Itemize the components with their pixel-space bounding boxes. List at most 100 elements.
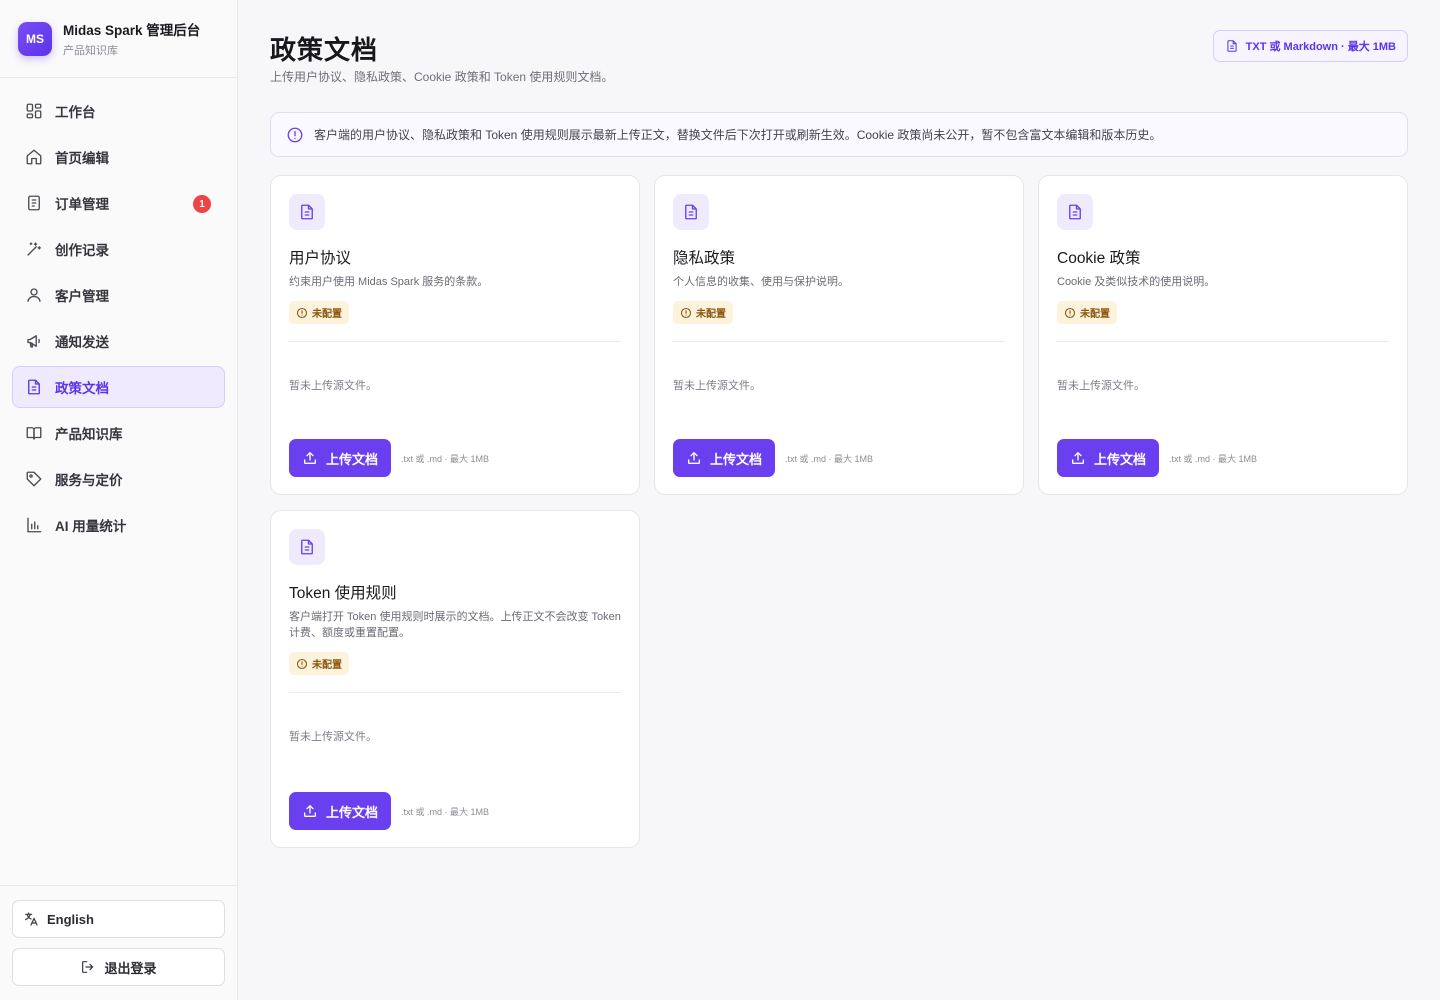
- status-badge: 未配置: [673, 301, 733, 324]
- status-label: 未配置: [312, 660, 342, 671]
- card-divider: [1057, 341, 1389, 342]
- sidebar-item-knowledge-base[interactable]: 产品知识库: [12, 412, 225, 454]
- sidebar-item-label: 通知发送: [55, 335, 109, 350]
- card-description: Cookie 及类似技术的使用说明。: [1057, 276, 1216, 288]
- sidebar-item-pricing[interactable]: 服务与定价: [12, 458, 225, 500]
- sidebar-item-creations[interactable]: 创作记录: [12, 228, 225, 270]
- upload-icon: [687, 452, 700, 464]
- sidebar-item-label: 服务与定价: [55, 473, 123, 488]
- brand-title: Midas Spark 管理后台: [63, 23, 201, 38]
- sidebar-item-label: 创作记录: [55, 243, 109, 258]
- format-info-chip: TXT 或 Markdown · 最大 1MB: [1212, 30, 1408, 62]
- file-format-hint: .txt 或 .md · 最大 1MB: [401, 806, 490, 817]
- order-count-badge: 1: [193, 195, 211, 213]
- policy-card-user-agreement: 用户协议 约束用户使用 Midas Spark 服务的条款。 未配置 暂未上传源…: [270, 175, 640, 495]
- card-title: Cookie 政策: [1057, 250, 1141, 267]
- sidebar-item-label: 订单管理: [55, 197, 109, 212]
- card-doc-icon: [673, 194, 709, 230]
- logout-icon: [82, 961, 94, 973]
- document-icon: [301, 204, 313, 220]
- upload-document-button[interactable]: 上传文档: [289, 439, 391, 477]
- home-icon: [26, 149, 42, 165]
- card-divider: [673, 341, 1005, 342]
- file-format-hint: .txt 或 .md · 最大 1MB: [785, 453, 874, 464]
- bar-chart-icon: [27, 517, 42, 533]
- upload-document-button[interactable]: 上传文档: [289, 792, 391, 830]
- translate-icon: [25, 912, 38, 926]
- document-icon: [301, 539, 313, 555]
- upload-button-label: 上传文档: [325, 804, 378, 820]
- logout-button[interactable]: 退出登录: [12, 948, 225, 986]
- brand-subtitle: 产品知识库: [63, 45, 118, 57]
- sidebar-nav: 工作台 首页编辑 订单管理 1 创作记录 客户管理 通知发送 政策文档 产品知识…: [0, 78, 237, 546]
- empty-state-text: 暂未上传源文件。: [1057, 380, 1145, 392]
- format-chip-label: TXT 或 Markdown · 最大 1MB: [1245, 41, 1396, 53]
- card-title: Token 使用规则: [289, 585, 397, 602]
- upload-icon: [1071, 452, 1084, 464]
- card-title: 隐私政策: [673, 250, 736, 267]
- page-title: 政策文档: [270, 35, 379, 65]
- card-doc-icon: [1057, 194, 1093, 230]
- upload-document-button[interactable]: 上传文档: [1057, 439, 1159, 477]
- language-label: English: [47, 911, 94, 927]
- language-switch-button[interactable]: English: [12, 900, 225, 938]
- card-divider: [289, 692, 621, 693]
- card-description: 约束用户使用 Midas Spark 服务的条款。: [289, 276, 489, 288]
- info-icon: [287, 127, 303, 142]
- upload-button-label: 上传文档: [325, 451, 378, 467]
- warning-circle-icon: [680, 307, 692, 318]
- warning-circle-icon: [296, 658, 308, 669]
- card-doc-icon: [289, 529, 325, 565]
- policy-card-cookie-policy: Cookie 政策 Cookie 及类似技术的使用说明。 未配置 暂未上传源文件…: [1038, 175, 1408, 495]
- book-icon: [26, 427, 42, 440]
- brand-logo: MS: [18, 21, 52, 56]
- upload-button-label: 上传文档: [709, 451, 762, 467]
- sidebar-item-notifications[interactable]: 通知发送: [12, 320, 225, 362]
- file-format-hint: .txt 或 .md · 最大 1MB: [401, 453, 490, 464]
- sidebar-item-label: AI 用量统计: [55, 519, 127, 534]
- document-icon: [1069, 204, 1081, 220]
- logout-label: 退出登录: [104, 960, 157, 976]
- sidebar-item-orders[interactable]: 订单管理 1: [12, 182, 225, 224]
- empty-state-text: 暂未上传源文件。: [289, 731, 377, 743]
- empty-state-text: 暂未上传源文件。: [673, 380, 761, 392]
- sidebar-item-label: 工作台: [55, 105, 96, 120]
- upload-document-button[interactable]: 上传文档: [673, 439, 775, 477]
- card-doc-icon: [289, 194, 325, 230]
- sidebar-item-label: 首页编辑: [55, 151, 109, 166]
- upload-icon: [303, 805, 316, 817]
- status-label: 未配置: [312, 309, 342, 320]
- card-divider: [289, 341, 621, 342]
- magic-wand-icon: [27, 242, 42, 256]
- sidebar-item-dashboard[interactable]: 工作台: [12, 90, 225, 132]
- policy-card-token-rules: Token 使用规则 客户端打开 Token 使用规则时展示的文档。上传正文不会…: [270, 510, 640, 848]
- status-badge: 未配置: [289, 652, 349, 675]
- page-subtitle: 上传用户协议、隐私政策、Cookie 政策和 Token 使用规则文档。: [270, 70, 614, 84]
- main-content: 政策文档 上传用户协议、隐私政策、Cookie 政策和 Token 使用规则文档…: [270, 0, 1408, 848]
- sidebar-item-label: 产品知识库: [55, 427, 123, 442]
- file-format-hint: .txt 或 .md · 最大 1MB: [1169, 453, 1258, 464]
- document-icon: [1227, 40, 1237, 52]
- status-label: 未配置: [1080, 309, 1110, 320]
- sidebar-item-customers[interactable]: 客户管理: [12, 274, 225, 316]
- document-icon: [28, 379, 40, 395]
- policy-card-privacy-policy: 隐私政策 个人信息的收集、使用与保护说明。 未配置 暂未上传源文件。 上传文档 …: [654, 175, 1024, 495]
- policy-card-grid: 用户协议 约束用户使用 Midas Spark 服务的条款。 未配置 暂未上传源…: [270, 175, 1408, 848]
- sidebar-item-label: 政策文档: [55, 381, 109, 396]
- megaphone-icon: [27, 335, 40, 348]
- sidebar-item-policy-docs[interactable]: 政策文档: [12, 366, 225, 408]
- sidebar-item-ai-usage[interactable]: AI 用量统计: [12, 504, 225, 546]
- empty-state-text: 暂未上传源文件。: [289, 380, 377, 392]
- dashboard-icon: [26, 103, 42, 119]
- order-icon: [28, 195, 40, 211]
- upload-icon: [303, 452, 316, 464]
- document-icon: [685, 204, 697, 220]
- card-description: 个人信息的收集、使用与保护说明。: [673, 276, 849, 288]
- card-description: 客户端打开 Token 使用规则时展示的文档。上传正文不会改变 Token 计费…: [289, 611, 621, 639]
- brand: MS Midas Spark 管理后台 产品知识库: [0, 0, 237, 78]
- status-badge: 未配置: [1057, 301, 1117, 324]
- sidebar-item-home-edit[interactable]: 首页编辑: [12, 136, 225, 178]
- info-notice: 客户端的用户协议、隐私政策和 Token 使用规则展示最新上传正文，替换文件后下…: [270, 112, 1408, 157]
- status-badge: 未配置: [289, 301, 349, 324]
- notice-text: 客户端的用户协议、隐私政策和 Token 使用规则展示最新上传正文，替换文件后下…: [314, 128, 1162, 142]
